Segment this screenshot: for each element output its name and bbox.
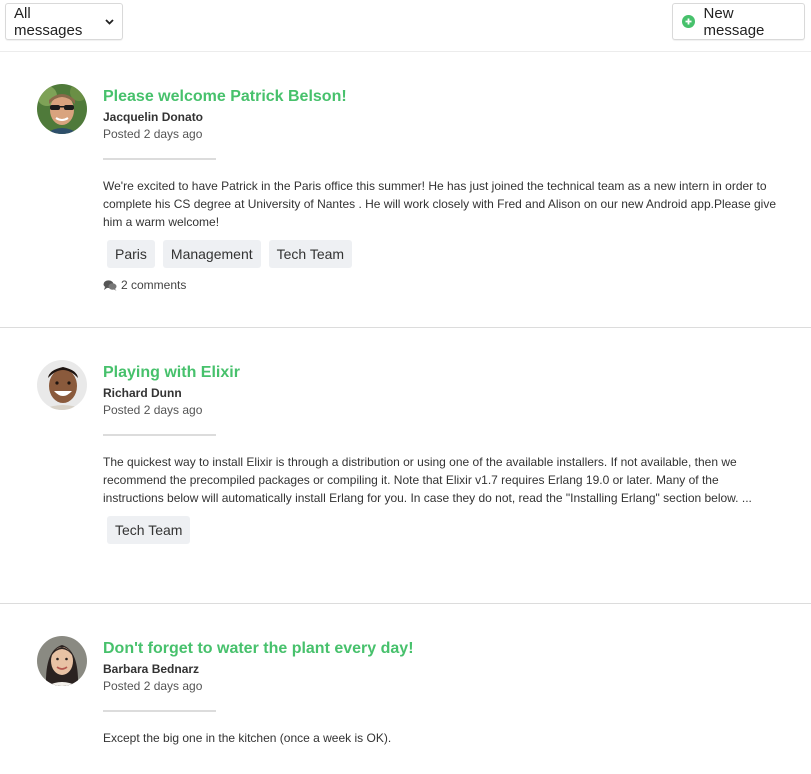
tag-list: Tech Team [103,516,781,544]
post-body: The quickest way to install Elixir is th… [103,455,752,505]
new-message-label: New message [703,4,765,39]
comments-icon [103,279,117,291]
plus-circle-icon [682,15,695,28]
post-body: We're excited to have Patrick in the Par… [103,179,777,229]
avatar[interactable] [37,636,87,686]
tag-list: Paris Management Tech Team [103,240,781,268]
post-title[interactable]: Playing with Elixir [103,363,781,383]
post-author: Jacquelin Donato [103,110,204,124]
post-author: Richard Dunn [103,386,182,400]
avatar[interactable] [37,84,87,134]
post-date: Posted 2 days ago [103,679,203,693]
post-date: Posted 2 days ago [103,403,203,417]
tag-tech-team[interactable]: Tech Team [107,516,191,544]
message-toolbar: All messages New message [0,0,811,52]
message-filter-dropdown[interactable]: All messages [5,3,123,40]
tag-paris[interactable]: Paris [107,240,155,268]
message-post: Please welcome Patrick Belson! Jacquelin… [0,52,811,328]
divider [103,158,216,160]
message-post: Don't forget to water the plant every da… [0,604,811,774]
post-body: Except the big one in the kitchen (once … [103,731,392,745]
post-author: Barbara Bednarz [103,662,200,676]
divider [103,434,216,436]
tag-management[interactable]: Management [162,240,261,268]
avatar[interactable] [37,360,87,410]
post-date: Posted 2 days ago [103,127,203,141]
post-title[interactable]: Please welcome Patrick Belson! [103,87,781,107]
new-message-button[interactable]: New message [672,3,805,40]
comments-link[interactable]: 2 comments [103,278,781,292]
chevron-down-icon [105,18,114,25]
message-post: Playing with Elixir Richard Dunn Posted … [0,328,811,604]
divider [103,710,216,712]
filter-label: All messages [14,4,83,39]
comments-count: 2 comments [121,278,187,292]
tag-tech-team[interactable]: Tech Team [268,240,353,268]
post-title[interactable]: Don't forget to water the plant every da… [103,639,781,659]
